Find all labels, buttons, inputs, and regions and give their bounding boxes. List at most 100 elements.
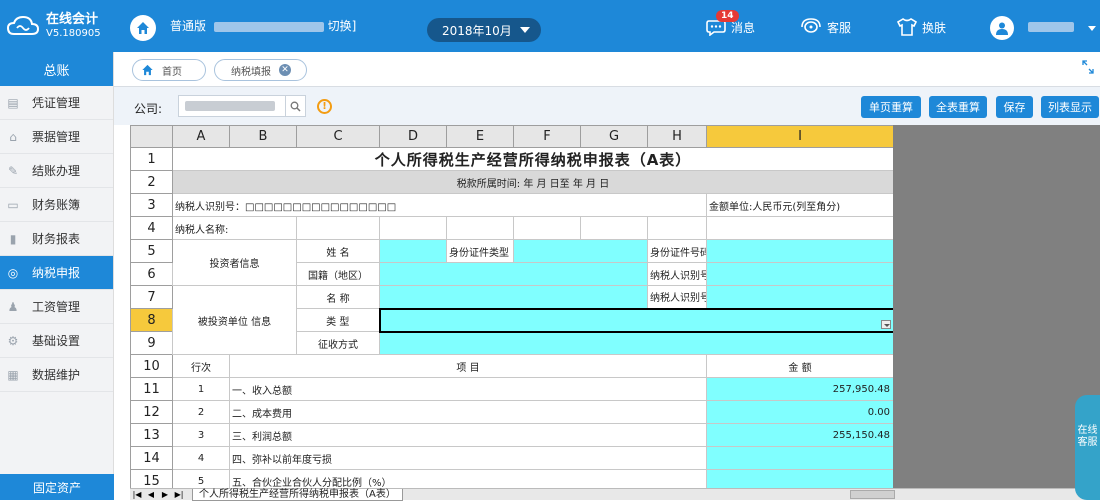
warning-icon[interactable]: ! — [317, 99, 332, 114]
id-type-field[interactable] — [513, 239, 648, 263]
first-sheet-icon[interactable]: |◀ — [130, 490, 144, 499]
dropdown-arrow-icon[interactable] — [880, 319, 891, 329]
column-header[interactable]: F — [513, 125, 581, 148]
line-amount[interactable] — [706, 469, 893, 488]
line-amount[interactable]: 255,150.48 — [706, 423, 893, 447]
table-row: 12 2 二、成本费用 0.00 — [130, 400, 893, 424]
line-item: 四、弥补以前年度亏损 — [229, 446, 707, 470]
sidebar-header[interactable]: 总账 — [0, 52, 113, 86]
fullscreen-icon[interactable] — [1082, 60, 1094, 77]
username-redacted[interactable] — [1028, 22, 1074, 32]
line-amount[interactable]: 0.00 — [706, 400, 893, 424]
cell[interactable] — [647, 216, 707, 240]
column-header[interactable]: D — [379, 125, 447, 148]
cloud-logo-icon — [6, 15, 40, 35]
app-logo[interactable]: 在线会计 V5.180905 — [0, 0, 114, 52]
column-header[interactable]: E — [446, 125, 514, 148]
sidebar-item[interactable]: ♟ 工资管理 — [0, 290, 113, 324]
sidebar-item[interactable]: ◎ 纳税申报 — [0, 256, 113, 290]
ledger-icon: ▭ — [7, 197, 19, 212]
company-input[interactable] — [178, 95, 286, 117]
row-header[interactable]: 1 — [130, 147, 173, 171]
row-header[interactable]: 13 — [130, 423, 173, 447]
cell[interactable] — [580, 216, 648, 240]
column-header-row: A B C D E F G H I — [130, 125, 893, 148]
line-amount[interactable] — [706, 446, 893, 470]
unit-type-select[interactable] — [378, 307, 893, 333]
row-header[interactable]: 9 — [130, 331, 173, 355]
sidebar-item[interactable]: ▭ 财务账簿 — [0, 188, 113, 222]
cell[interactable] — [513, 216, 581, 240]
spreadsheet[interactable]: A B C D E F G H I 1 个人所得税生产经营所得纳税申报表（A表）… — [130, 125, 893, 488]
horizontal-scrollbar[interactable] — [850, 490, 895, 499]
chevron-down-icon[interactable] — [1088, 26, 1096, 31]
unit-name-field[interactable] — [379, 285, 648, 309]
row-header[interactable]: 4 — [130, 216, 173, 240]
column-header[interactable]: G — [580, 125, 648, 148]
row-header[interactable]: 12 — [130, 400, 173, 424]
row-header[interactable]: 10 — [130, 354, 173, 378]
home-icon — [142, 64, 153, 76]
investor-name-field[interactable] — [379, 239, 447, 263]
sidebar-item[interactable]: ▤ 凭证管理 — [0, 86, 113, 120]
row-header[interactable]: 3 — [130, 193, 173, 217]
edition-switch[interactable]: 普通版 切换] — [170, 17, 356, 34]
sidebar-item[interactable]: ⚙ 基础设置 — [0, 324, 113, 358]
corner-cell[interactable] — [130, 125, 173, 148]
online-service-widget[interactable]: 在线客服 — [1075, 395, 1100, 500]
close-icon[interactable]: ✕ — [279, 64, 291, 76]
column-header-selected[interactable]: I — [706, 125, 893, 148]
row-header[interactable]: 2 — [130, 170, 173, 194]
save-button[interactable]: 保存 — [996, 96, 1033, 118]
prev-sheet-icon[interactable]: ◀ — [144, 490, 158, 499]
last-sheet-icon[interactable]: ▶| — [172, 490, 186, 499]
sheet-tab-a[interactable]: 个人所得税生产经营所得纳税申报表（A表） — [192, 488, 403, 501]
row-header-selected[interactable]: 8 — [130, 308, 173, 332]
line-amount[interactable]: 257,950.48 — [706, 377, 893, 401]
taxpayer-id-label: 纳税人识别号 — [647, 262, 707, 286]
taxpayer-id-line[interactable]: 纳税人识别号：□□□□□□□□□□□□□□□□ — [172, 193, 707, 217]
row-header[interactable]: 7 — [130, 285, 173, 309]
sidebar-item[interactable]: ▦ 数据维护 — [0, 358, 113, 392]
next-sheet-icon[interactable]: ▶ — [158, 490, 172, 499]
unit-taxpayer-id-field[interactable] — [706, 285, 893, 309]
row-header[interactable]: 11 — [130, 377, 173, 401]
chevron-down-icon — [520, 27, 530, 33]
tab-tax-filing[interactable]: 纳税填报 ✕ — [214, 59, 307, 81]
skin-button[interactable]: 换肤 — [897, 18, 946, 36]
sidebar-item[interactable]: ✎ 结账办理 — [0, 154, 113, 188]
column-header[interactable]: H — [647, 125, 707, 148]
row-header[interactable]: 5 — [130, 239, 173, 263]
list-view-button[interactable]: 列表显示 — [1041, 96, 1099, 118]
avatar[interactable] — [990, 16, 1014, 40]
customer-service-button[interactable]: 客服 — [800, 18, 851, 36]
collection-method-field[interactable] — [379, 331, 893, 355]
investor-taxpayer-id-field[interactable] — [706, 262, 893, 286]
row-header[interactable]: 15 — [130, 469, 173, 488]
cell[interactable] — [706, 216, 893, 240]
tab-home[interactable]: 首页 — [132, 59, 206, 81]
cell[interactable] — [379, 216, 447, 240]
cell[interactable] — [446, 216, 514, 240]
id-no-label: 身份证件号码 — [647, 239, 707, 263]
month-selector[interactable]: 2018年10月 — [427, 18, 541, 42]
recalc-all-button[interactable]: 全表重算 — [929, 96, 987, 118]
cell[interactable] — [296, 216, 380, 240]
amount-unit: 金额单位:人民币元(列至角分) — [706, 193, 893, 217]
recalc-page-button[interactable]: 单页重算 — [861, 96, 921, 118]
id-no-field[interactable] — [706, 239, 893, 263]
row-header[interactable]: 14 — [130, 446, 173, 470]
column-header[interactable]: A — [172, 125, 230, 148]
home-icon[interactable] — [130, 15, 156, 41]
search-icon[interactable] — [286, 95, 306, 117]
column-header[interactable]: C — [296, 125, 380, 148]
sheet-row: 4 纳税人名称: — [130, 216, 893, 240]
country-field[interactable] — [379, 262, 648, 286]
sidebar-footer-fixed-assets[interactable]: 固定资产 — [0, 474, 114, 500]
sidebar-item[interactable]: ⌂ 票据管理 — [0, 120, 113, 154]
row-header[interactable]: 6 — [130, 262, 173, 286]
sidebar-item[interactable]: ▮ 财务报表 — [0, 222, 113, 256]
messages-count-badge: 14 — [716, 10, 739, 22]
column-header[interactable]: B — [229, 125, 297, 148]
online-service-label: 在线客服 — [1077, 425, 1098, 448]
